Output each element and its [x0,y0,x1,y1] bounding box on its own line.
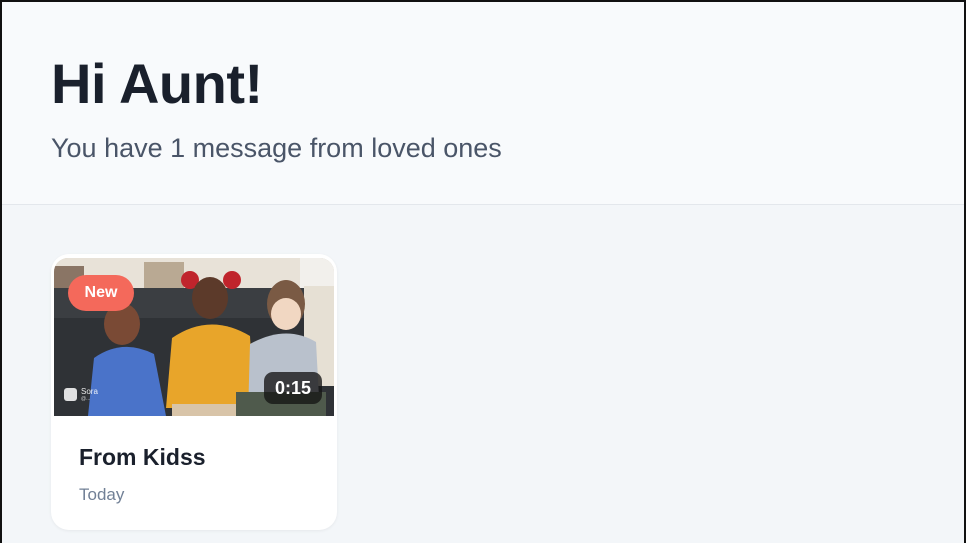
message-title: From Kidss [79,444,206,470]
watermark-title: Sora [81,387,98,396]
app-frame: Hi Aunt! You have 1 message from loved o… [0,0,966,543]
message-count-subtitle: You have 1 message from loved ones [51,133,502,163]
watermark-subtitle: @... [81,396,91,402]
header: Hi Aunt! You have 1 message from loved o… [2,2,964,205]
video-thumbnail[interactable]: New Sora @... 0:15 [54,258,334,416]
page-title: Hi Aunt! [51,52,263,115]
sora-logo-icon [64,388,77,401]
message-card[interactable]: New Sora @... 0:15 From Kidss Today [51,254,337,530]
sora-watermark: Sora @... [64,387,98,402]
message-date: Today [79,485,125,504]
new-badge: New [68,275,134,311]
video-duration-badge: 0:15 [264,372,322,404]
